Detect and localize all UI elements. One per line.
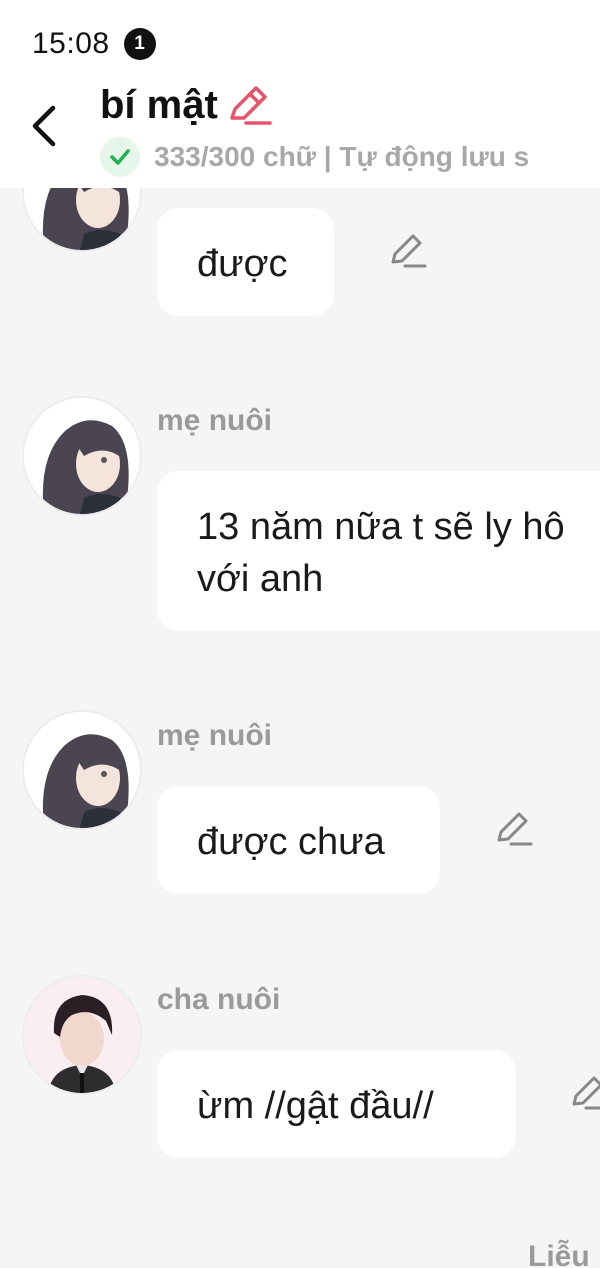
save-status-row: 333/300 chữ | Tự động lưu s — [100, 137, 560, 177]
chat-screen: được mẹ nuôi 13 năm nữa t sẽ ly hô với a… — [0, 0, 600, 1268]
edit-pencil-icon[interactable] — [385, 228, 429, 272]
sender-name: mẹ nuôi — [157, 719, 273, 752]
word-count-status: 333/300 chữ | Tự động lưu s — [154, 141, 530, 172]
message-bubble[interactable]: được — [157, 208, 334, 316]
edit-pencil-icon[interactable] — [491, 806, 535, 850]
back-button[interactable] — [18, 96, 70, 156]
notification-badge: 1 — [123, 28, 156, 60]
edit-title-pencil-icon[interactable] — [226, 82, 272, 128]
header: 15:08 1 bí mật 333/300 chữ | Tự động lưu… — [0, 0, 600, 188]
edit-pencil-icon[interactable] — [566, 1070, 600, 1114]
sender-name: mẹ nuôi — [157, 404, 273, 437]
status-time: 15:08 — [32, 27, 110, 60]
message-bubble[interactable]: ừm //gật đầu// — [157, 1050, 516, 1158]
status-bar: 15:08 1 — [32, 24, 156, 64]
message-bubble[interactable]: 13 năm nữa t sẽ ly hô với anh — [157, 471, 600, 631]
chevron-left-icon — [32, 105, 56, 147]
avatar-male[interactable] — [24, 977, 140, 1093]
sender-name-partial: Liễu — [528, 1240, 590, 1268]
message-bubble[interactable]: được chưa — [157, 786, 440, 894]
checkmark-icon — [100, 137, 140, 177]
title-row: bí mật — [100, 82, 272, 128]
page-title: bí mật — [100, 82, 218, 127]
avatar-female[interactable] — [24, 398, 140, 514]
avatar-female[interactable] — [24, 712, 140, 828]
sender-name: cha nuôi — [157, 983, 281, 1016]
